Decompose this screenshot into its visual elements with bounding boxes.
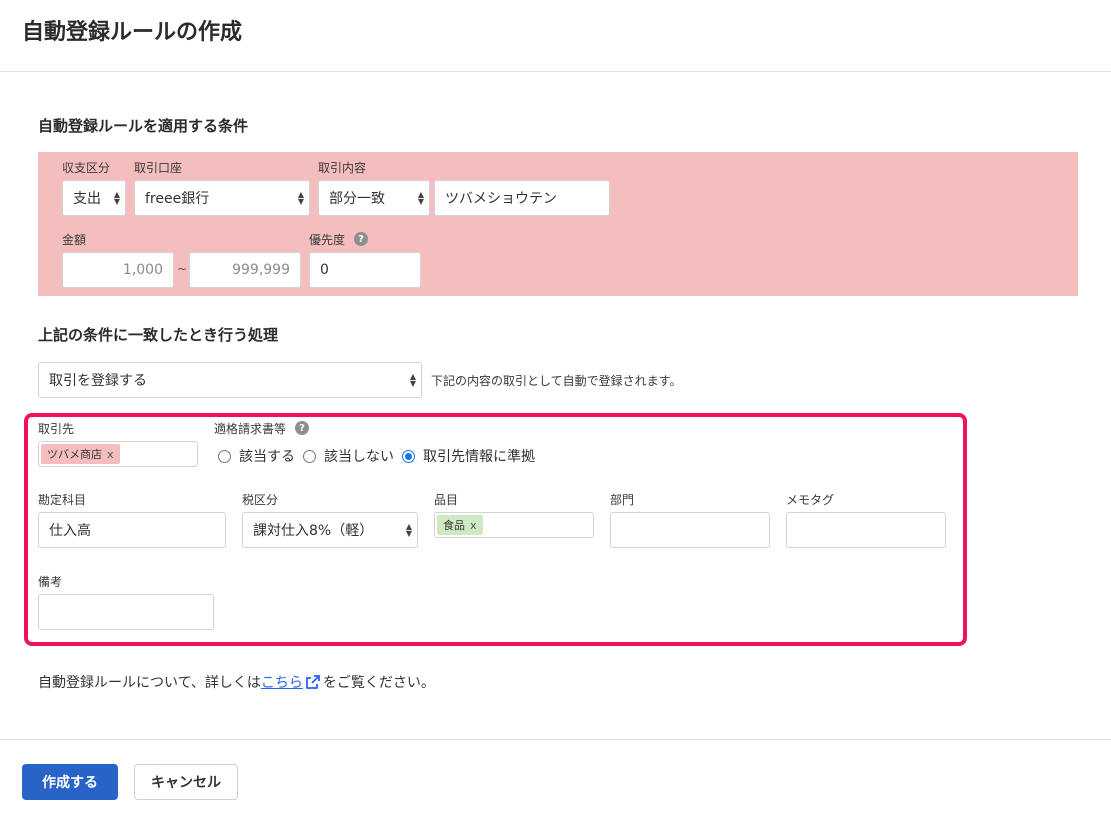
footer-divider bbox=[0, 739, 1111, 740]
priority-help-icon[interactable]: ? bbox=[354, 232, 368, 246]
invoice-label: 適格請求書等 bbox=[214, 422, 287, 436]
amount-min-input[interactable]: 1,000 bbox=[62, 252, 174, 288]
department-label: 部門 bbox=[610, 493, 635, 507]
account-select[interactable]: freee銀行 ▲ ▼ bbox=[134, 180, 310, 216]
memo-tag-label: メモタグ bbox=[786, 493, 835, 507]
amount-min-value: 1,000 bbox=[122, 262, 163, 278]
select-arrows-icon: ▲ ▼ bbox=[297, 190, 304, 206]
amount-max-input[interactable]: 999,999 bbox=[189, 252, 301, 288]
partner-tag-label: ツバメ商店 bbox=[47, 448, 102, 461]
priority-input[interactable]: 0 bbox=[309, 252, 421, 288]
item-tag: 食品 x bbox=[437, 515, 483, 535]
item-tag-remove-icon[interactable]: x bbox=[470, 519, 477, 532]
radio-button-selected[interactable] bbox=[402, 449, 415, 463]
invoice-option-applicable[interactable]: 該当する bbox=[218, 446, 295, 466]
tax-label: 税区分 bbox=[242, 493, 279, 507]
memo-tag-input[interactable] bbox=[786, 512, 946, 548]
content-text-value: ツバメショウテン bbox=[445, 191, 557, 207]
amount-separator: ~ bbox=[177, 262, 188, 276]
invoice-option-label: 該当する bbox=[239, 449, 295, 465]
tax-value: 課対仕入8%（軽） bbox=[253, 523, 374, 539]
content-match-select[interactable]: 部分一致 ▲ ▼ bbox=[318, 180, 430, 216]
help-link[interactable]: こちら bbox=[261, 672, 303, 692]
income-expense-label: 収支区分 bbox=[62, 161, 111, 175]
info-line: 自動登録ルールについて、詳しくは こちら をご覧ください。 bbox=[38, 672, 435, 692]
page-title: 自動登録ルールの作成 bbox=[22, 20, 243, 45]
remarks-input[interactable] bbox=[38, 594, 214, 630]
partner-tag-input[interactable]: ツバメ商店 x bbox=[38, 441, 198, 467]
partner-tag-remove-icon[interactable]: x bbox=[107, 448, 114, 461]
item-tag-label: 食品 bbox=[443, 519, 465, 532]
income-expense-select[interactable]: 支出 ▲ ▼ bbox=[62, 180, 126, 216]
partner-tag: ツバメ商店 x bbox=[41, 444, 120, 464]
select-arrows-icon: ▲ ▼ bbox=[409, 372, 416, 388]
account-label: 取引口座 bbox=[134, 161, 183, 175]
create-button[interactable]: 作成する bbox=[22, 764, 118, 800]
account-value: freee銀行 bbox=[145, 191, 210, 207]
info-suffix: をご覧ください。 bbox=[322, 675, 435, 691]
account-item-input[interactable]: 仕入高 bbox=[38, 512, 226, 548]
department-input[interactable] bbox=[610, 512, 770, 548]
invoice-option-not-applicable[interactable]: 該当しない bbox=[303, 446, 394, 466]
invoice-radio-group: 該当する 該当しない 取引先情報に準拠 bbox=[218, 446, 543, 466]
account-item-label: 勘定科目 bbox=[38, 493, 87, 507]
header-divider bbox=[0, 71, 1111, 72]
priority-value: 0 bbox=[320, 262, 329, 278]
action-select-value: 取引を登録する bbox=[49, 373, 147, 389]
conditions-heading: 自動登録ルールを適用する条件 bbox=[38, 117, 249, 135]
content-text-input[interactable]: ツバメショウテン bbox=[434, 180, 610, 216]
tax-select[interactable]: 課対仕入8%（軽） ▲ ▼ bbox=[242, 512, 418, 548]
info-prefix: 自動登録ルールについて、詳しくは bbox=[38, 675, 261, 691]
amount-label: 金額 bbox=[62, 233, 87, 247]
content-match-value: 部分一致 bbox=[329, 191, 385, 207]
action-note: 下記の内容の取引として自動で登録されます。 bbox=[431, 374, 682, 388]
action-select[interactable]: 取引を登録する ▲ ▼ bbox=[38, 362, 422, 398]
invoice-help-icon[interactable]: ? bbox=[295, 421, 309, 435]
select-arrows-icon: ▲ ▼ bbox=[113, 190, 120, 206]
invoice-option-partner-info[interactable]: 取引先情報に準拠 bbox=[402, 446, 535, 466]
select-arrows-icon: ▲ ▼ bbox=[417, 190, 424, 206]
income-expense-value: 支出 bbox=[73, 191, 101, 207]
action-heading: 上記の条件に一致したとき行う処理 bbox=[38, 326, 279, 344]
amount-max-value: 999,999 bbox=[232, 262, 290, 278]
remarks-label: 備考 bbox=[38, 575, 63, 589]
item-tag-input[interactable]: 食品 x bbox=[434, 512, 594, 538]
radio-button[interactable] bbox=[218, 449, 231, 463]
account-item-value: 仕入高 bbox=[49, 523, 91, 539]
invoice-option-label: 該当しない bbox=[324, 449, 394, 465]
cancel-button[interactable]: キャンセル bbox=[134, 764, 238, 800]
radio-button[interactable] bbox=[303, 449, 316, 463]
item-label: 品目 bbox=[434, 493, 459, 507]
content-label: 取引内容 bbox=[318, 161, 367, 175]
partner-label: 取引先 bbox=[38, 422, 75, 436]
select-arrows-icon: ▲ ▼ bbox=[405, 522, 412, 538]
invoice-option-label: 取引先情報に準拠 bbox=[423, 449, 535, 465]
priority-label: 優先度 bbox=[309, 233, 346, 247]
external-link-icon[interactable] bbox=[305, 674, 321, 690]
